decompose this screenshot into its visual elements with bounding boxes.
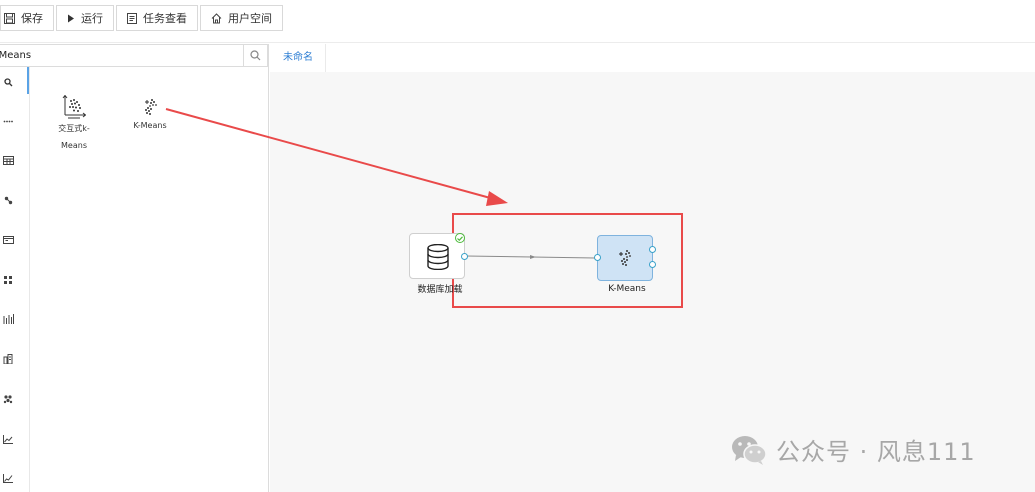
node-database-load[interactable]: 数据库加载 [409, 233, 469, 295]
database-icon [427, 244, 449, 270]
wechat-icon [732, 435, 767, 465]
canvas-overlay [165, 108, 683, 308]
node-kmeans[interactable]: K-Means [594, 234, 656, 298]
input-port[interactable] [594, 254, 601, 261]
edge-arrow-icon [530, 255, 536, 259]
node-label: K-Means [608, 284, 646, 294]
annotation-arrowhead-icon [486, 191, 508, 206]
output-port[interactable] [461, 253, 468, 260]
kmeans-node-icon [619, 250, 631, 266]
output-port-1[interactable] [649, 246, 656, 253]
annotation-arrow-line [165, 108, 495, 200]
node-kmeans-box [597, 235, 653, 281]
node-label: 数据库加载 [417, 285, 463, 295]
output-port-2[interactable] [649, 261, 656, 268]
watermark: 公众号 · 风息111 [730, 432, 976, 467]
watermark-text: 公众号 · 风息111 [776, 438, 976, 466]
app: 保存 运行 任务查看 用户空间 -Means 交互式k- Means K-Mea… [0, 0, 1035, 492]
status-ok-icon [455, 233, 465, 243]
